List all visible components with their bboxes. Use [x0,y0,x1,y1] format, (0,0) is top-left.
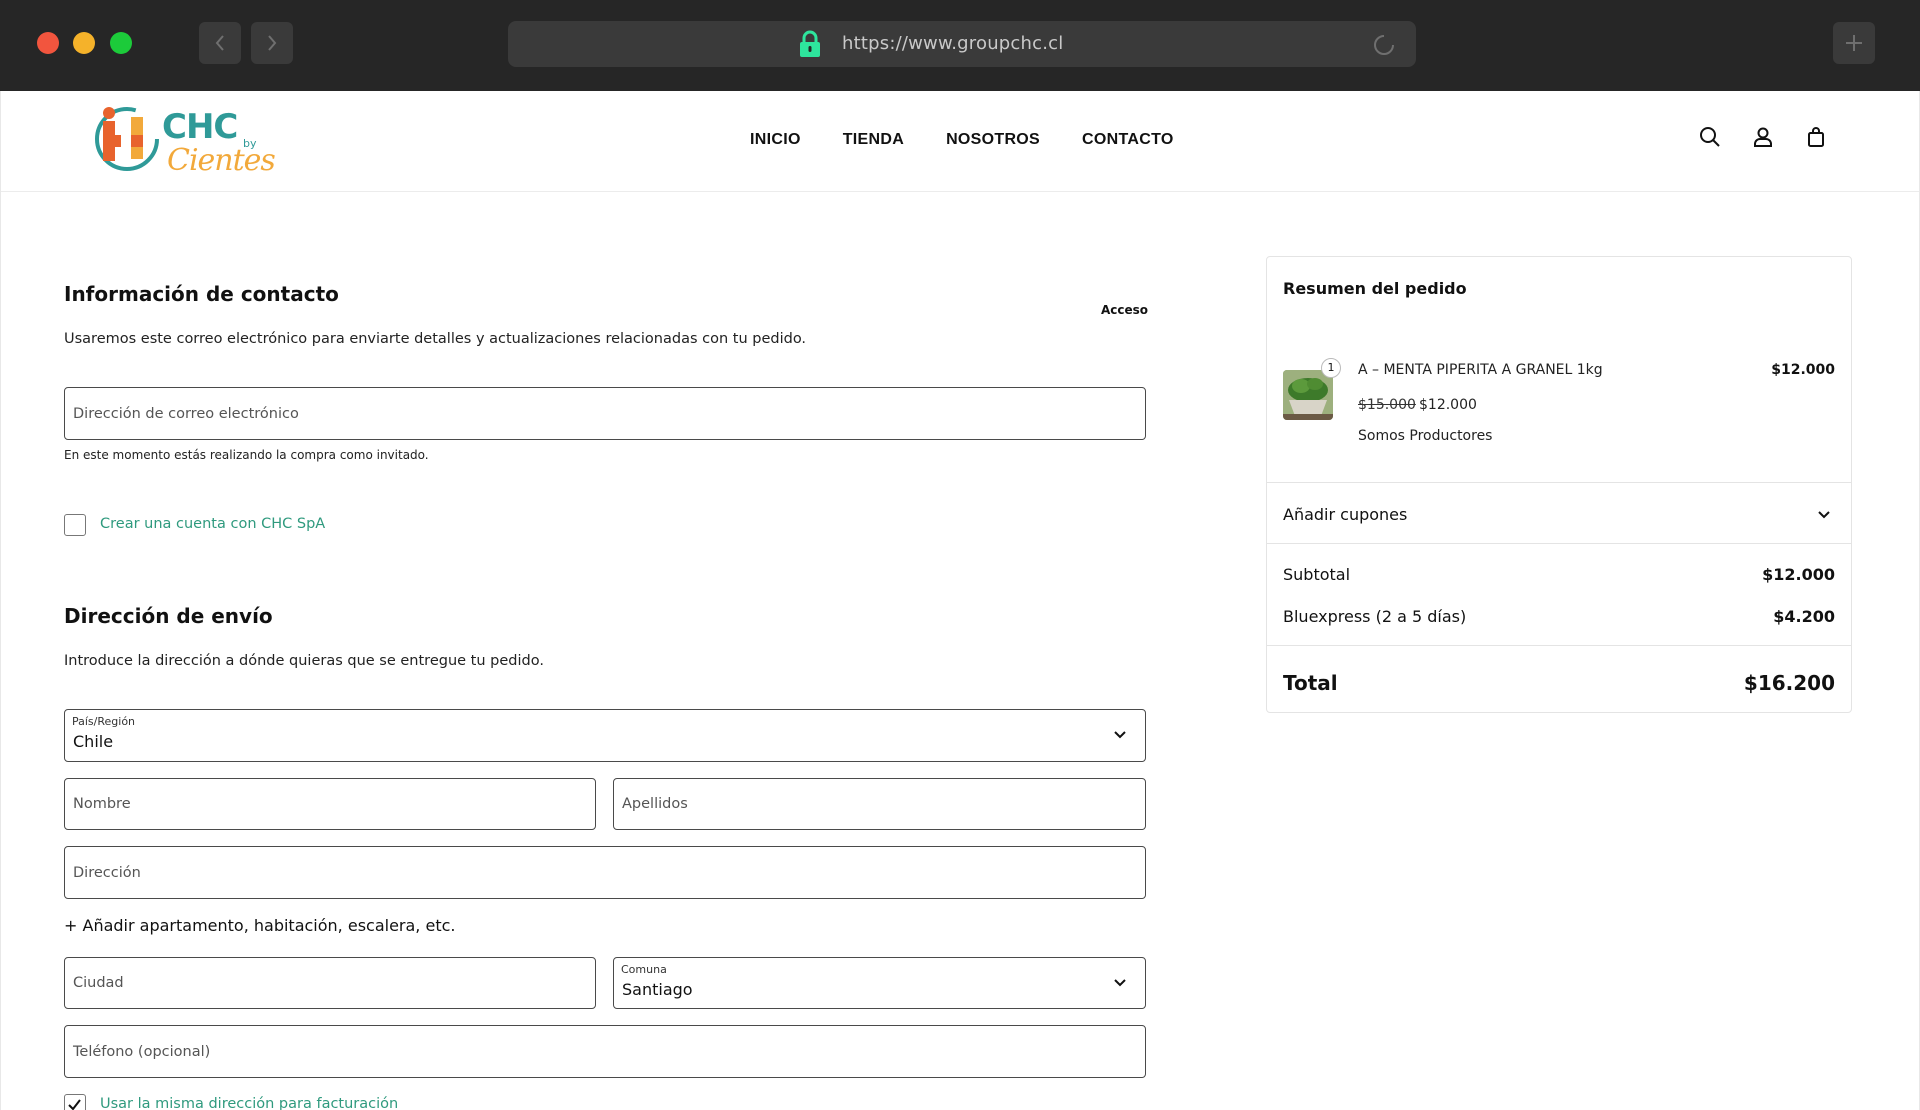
plus-icon [1846,35,1862,51]
last-name-placeholder: Apellidos [622,796,688,812]
chevron-down-icon [1114,731,1126,739]
create-account-checkbox[interactable] [64,514,86,536]
comuna-label: Comuna [621,963,667,976]
city-field[interactable]: Ciudad [64,957,596,1009]
product-old-price: $15.000 [1358,397,1416,413]
browser-chrome: https://www.groupchc.cl [0,0,1920,91]
contact-description: Usaremos este correo electrónico para en… [64,331,807,347]
window-close-button[interactable] [37,32,59,54]
shipping-description: Introduce la dirección a dónde quieras q… [64,653,544,669]
account-icon[interactable] [1751,125,1775,149]
product-name: A – MENTA PIPERITA A GRANEL 1kg [1358,362,1603,378]
shipping-method-value: $4.200 [1773,607,1835,626]
phone-field[interactable]: Teléfono (opcional) [64,1025,1146,1078]
shipping-title: Dirección de envío [64,604,273,628]
quantity-badge: 1 [1321,358,1341,378]
same-billing-label[interactable]: Usar la misma dirección para facturación [100,1096,398,1110]
new-tab-button[interactable] [1833,22,1875,64]
contact-title: Información de contacto [64,282,339,306]
total-value: $16.200 [1743,671,1835,695]
comuna-value: Santiago [622,980,693,999]
back-button[interactable] [199,22,241,64]
phone-placeholder: Teléfono (opcional) [73,1043,211,1060]
chevron-down-icon [1114,979,1126,987]
total-label: Total [1283,671,1338,695]
email-placeholder: Dirección de correo electrónico [73,405,299,422]
summary-divider [1267,645,1851,646]
address-field[interactable]: Dirección [64,846,1146,899]
nav-contacto[interactable]: CONTACTO [1082,131,1174,149]
add-coupons-toggle[interactable]: Añadir cupones [1283,505,1407,524]
first-name-field[interactable]: Nombre [64,778,596,830]
first-name-placeholder: Nombre [73,796,131,812]
product-image [1283,370,1333,420]
subtotal-label: Subtotal [1283,565,1351,584]
login-link[interactable]: Acceso [1101,303,1148,317]
country-label: País/Región [72,715,136,728]
last-name-field[interactable]: Apellidos [613,778,1146,830]
search-icon[interactable] [1698,125,1722,149]
chevron-down-icon[interactable] [1817,510,1831,520]
website: CHC by Cientes INICIO TIENDA NOSOTROS CO… [0,91,1920,1110]
product-line-price: $12.000 [1771,362,1835,378]
address-placeholder: Dirección [73,864,141,881]
chevron-left-icon [215,35,224,51]
city-placeholder: Ciudad [73,975,124,991]
product-thumbnail [1283,370,1333,420]
reload-icon[interactable] [1370,31,1398,59]
nav-nosotros[interactable]: NOSOTROS [946,131,1040,149]
nav-tienda[interactable]: TIENDA [843,131,904,149]
summary-title: Resumen del pedido [1283,279,1467,298]
country-select[interactable]: País/Región Chile [64,709,1146,762]
guest-note: En este momento estás realizando la comp… [64,448,429,462]
checkmark-icon [68,1099,81,1110]
window-maximize-button[interactable] [110,32,132,54]
create-account-label[interactable]: Crear una cuenta con CHC SpA [100,516,325,532]
order-summary: Resumen del pedido 1 A – MENTA PIPERITA … [1266,256,1852,713]
window-minimize-button[interactable] [73,32,95,54]
same-billing-checkbox[interactable] [64,1094,86,1110]
nav-inicio[interactable]: INICIO [750,131,801,149]
url-text: https://www.groupchc.cl [842,33,1064,54]
product-new-price: $12.000 [1419,397,1477,413]
address-bar[interactable]: https://www.groupchc.cl [508,21,1416,67]
subtotal-value: $12.000 [1762,565,1835,584]
comuna-select[interactable]: Comuna Santiago [613,957,1146,1009]
logo-sub-text: Cientes [167,143,276,178]
summary-divider [1267,543,1851,544]
email-field[interactable]: Dirección de correo electrónico [64,387,1146,440]
chevron-right-icon [268,35,277,51]
product-vendor: Somos Productores [1358,428,1493,444]
logo-mark-icon [95,107,159,171]
site-logo[interactable]: CHC by Cientes [87,99,276,183]
forward-button[interactable] [251,22,293,64]
main-nav: INICIO TIENDA NOSOTROS CONTACTO [750,131,1174,149]
cart-icon[interactable] [1804,125,1828,149]
summary-divider [1267,482,1851,483]
site-header: CHC by Cientes INICIO TIENDA NOSOTROS CO… [1,91,1919,192]
shipping-method-label: Bluexpress (2 a 5 días) [1283,607,1467,626]
lock-icon [800,30,820,57]
country-value: Chile [73,732,114,751]
logo-brand-text: CHC [162,107,238,147]
add-apartment-link[interactable]: + Añadir apartamento, habitación, escale… [64,916,455,935]
